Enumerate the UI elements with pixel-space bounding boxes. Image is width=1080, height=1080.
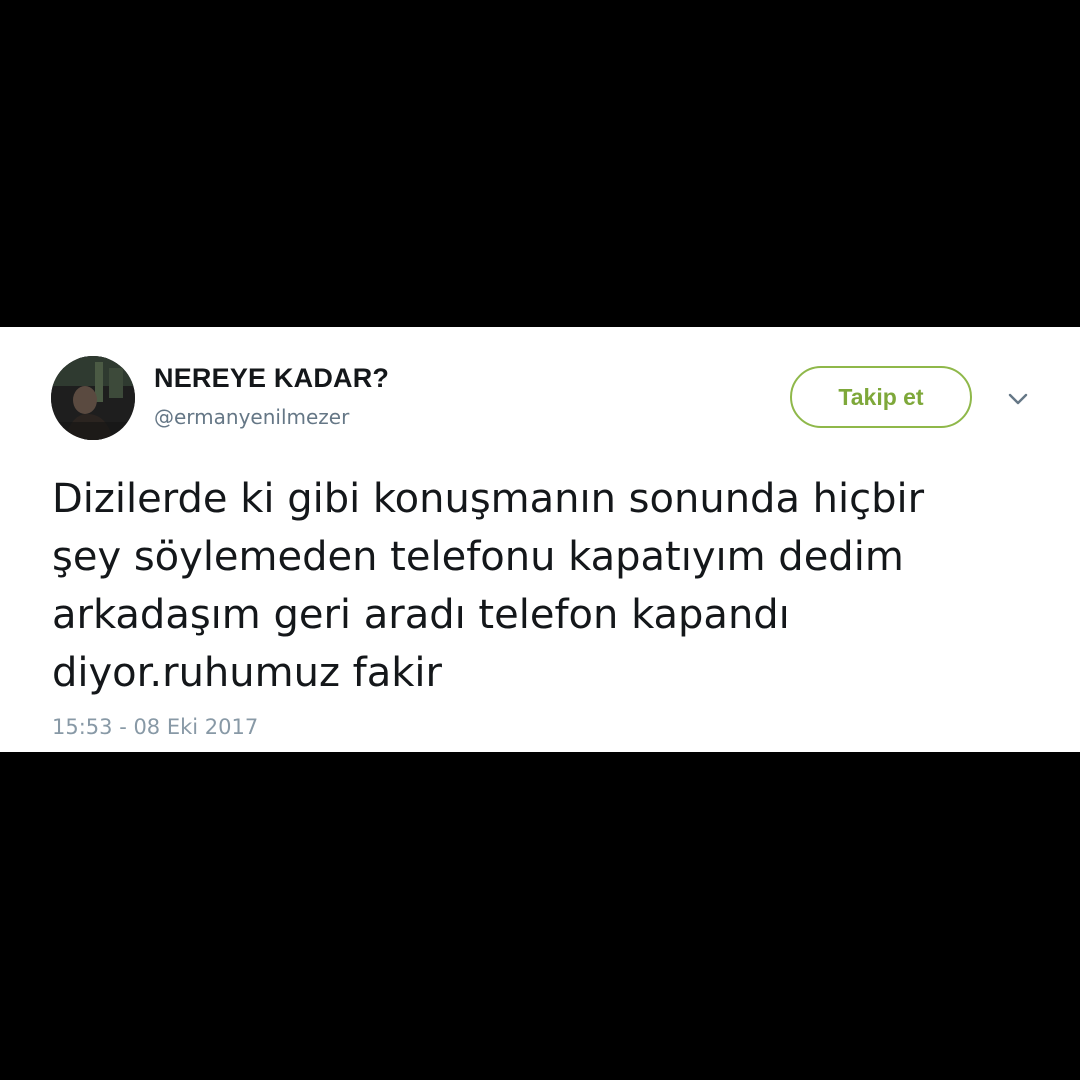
tweet-card: NEREYE KADAR? @ermanyenilmezer Takip et … xyxy=(0,327,1080,752)
image-frame: NEREYE KADAR? @ermanyenilmezer Takip et … xyxy=(0,0,1080,1080)
user-handle[interactable]: @ermanyenilmezer xyxy=(154,405,349,429)
follow-button[interactable]: Takip et xyxy=(790,366,972,428)
avatar[interactable] xyxy=(51,356,135,440)
tweet-text-line: arkadaşım geri aradı telefon kapandı xyxy=(52,592,790,638)
display-name[interactable]: NEREYE KADAR? xyxy=(154,363,389,394)
tweet-text: Dizilerde ki gibi konuşmanın sonunda hiç… xyxy=(52,470,1042,702)
follow-button-label: Takip et xyxy=(838,383,924,410)
tweet-text-line: diyor.ruhumuz fakir xyxy=(52,650,442,696)
tweet-text-line: şey söylemeden telefonu kapatıyım dedim xyxy=(52,534,904,580)
tweet-timestamp[interactable]: 15:53 - 08 Eki 2017 xyxy=(52,715,258,739)
tweet-text-line: Dizilerde ki gibi konuşmanın sonunda hiç… xyxy=(52,476,925,522)
chevron-down-icon xyxy=(1008,393,1028,405)
more-options-button[interactable] xyxy=(1003,387,1033,411)
avatar-photo xyxy=(51,356,135,440)
